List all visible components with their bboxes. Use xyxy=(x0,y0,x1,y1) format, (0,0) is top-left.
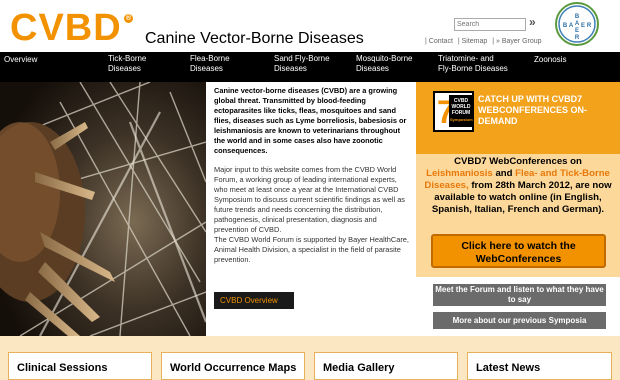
nav-item-triatomine-fly-borne[interactable]: Triatomine- and Fly-Borne Diseases xyxy=(438,54,508,74)
intro-bold-text: Canine vector-borne diseases (CVBD) are … xyxy=(214,86,407,155)
promo-description: CVBD7 WebConferences on Leishmaniosis an… xyxy=(424,156,612,216)
nav-item-overview[interactable]: Overview xyxy=(4,55,64,65)
badge-world-forum-label: WORLD FORUM xyxy=(451,104,471,116)
nav-item-tick-borne[interactable]: Tick-Borne Diseases xyxy=(108,54,163,74)
search-input[interactable] xyxy=(454,18,526,31)
svg-text:E: E xyxy=(575,28,579,34)
intro-body-text: Major input to this website comes from t… xyxy=(214,165,405,234)
registered-mark: ® xyxy=(124,14,133,23)
svg-text:A: A xyxy=(569,23,574,29)
world-occurrence-maps-box[interactable]: World Occurrence Maps xyxy=(161,352,305,380)
site-title: Canine Vector-Borne Diseases xyxy=(145,30,364,47)
main-nav: Overview Tick-Borne Diseases Flea-Borne … xyxy=(0,52,620,82)
promo-text-before: CVBD7 WebConferences on xyxy=(454,156,582,167)
hero-parasite-image xyxy=(0,82,206,336)
bottom-section: Clinical Sessions World Occurrence Maps … xyxy=(0,336,620,380)
promo-text-and: and xyxy=(495,168,513,179)
clinical-sessions-box[interactable]: Clinical Sessions xyxy=(8,352,152,380)
catch-up-headline: CATCH UP WITH CVBD7 WEBCONFERENCES ON-DE… xyxy=(478,94,588,126)
svg-text:B: B xyxy=(575,14,580,20)
webconference-promo: 7 CVBD WORLD FORUM Symposium CATCH UP WI… xyxy=(416,82,620,277)
site-header: CVBD ® Canine Vector-Borne Diseases » | … xyxy=(0,0,620,52)
svg-text:R: R xyxy=(575,35,580,41)
bayer-group-link[interactable]: | » Bayer Group xyxy=(492,38,541,45)
promo-highlight-leishmaniosis: Leishmaniosis xyxy=(426,168,493,179)
latest-news-box[interactable]: Latest News xyxy=(467,352,612,380)
search-submit-icon[interactable]: » xyxy=(529,15,536,29)
sitemap-link[interactable]: | Sitemap xyxy=(458,38,487,45)
cvbd7-world-forum-badge: 7 CVBD WORLD FORUM Symposium xyxy=(433,91,474,132)
badge-symposium-label: Symposium xyxy=(450,117,473,122)
meet-the-forum-button[interactable]: Meet the Forum and listen to what they h… xyxy=(433,284,606,306)
top-links: | Contact | Sitemap | » Bayer Group xyxy=(425,38,545,45)
svg-text:B: B xyxy=(563,23,568,29)
nav-item-zoonosis[interactable]: Zoonosis xyxy=(534,55,594,65)
contact-link[interactable]: | Contact xyxy=(425,38,453,45)
bayer-logo[interactable]: B A E R B A E R xyxy=(555,2,599,46)
media-gallery-box[interactable]: Media Gallery xyxy=(314,352,458,380)
svg-text:A: A xyxy=(575,21,580,27)
cvbd-overview-button[interactable]: CVBD Overview xyxy=(214,292,294,309)
nav-item-mosquito-borne[interactable]: Mosquito-Borne Diseases xyxy=(356,54,416,74)
right-panel: 7 CVBD WORLD FORUM Symposium CATCH UP WI… xyxy=(416,82,620,336)
cvbd-logo[interactable]: CVBD xyxy=(10,8,122,48)
intro-support-text: The CVBD World Forum is supported by Bay… xyxy=(214,235,409,264)
previous-symposia-button[interactable]: More about our previous Symposia xyxy=(433,312,606,329)
watch-webconferences-button[interactable]: Click here to watch the WebConferences xyxy=(431,234,606,268)
nav-item-sand-fly-borne[interactable]: Sand Fly-Borne Diseases xyxy=(274,54,334,74)
svg-text:R: R xyxy=(587,23,592,29)
svg-text:E: E xyxy=(581,23,585,29)
nav-item-flea-borne[interactable]: Flea-Borne Diseases xyxy=(190,54,245,74)
